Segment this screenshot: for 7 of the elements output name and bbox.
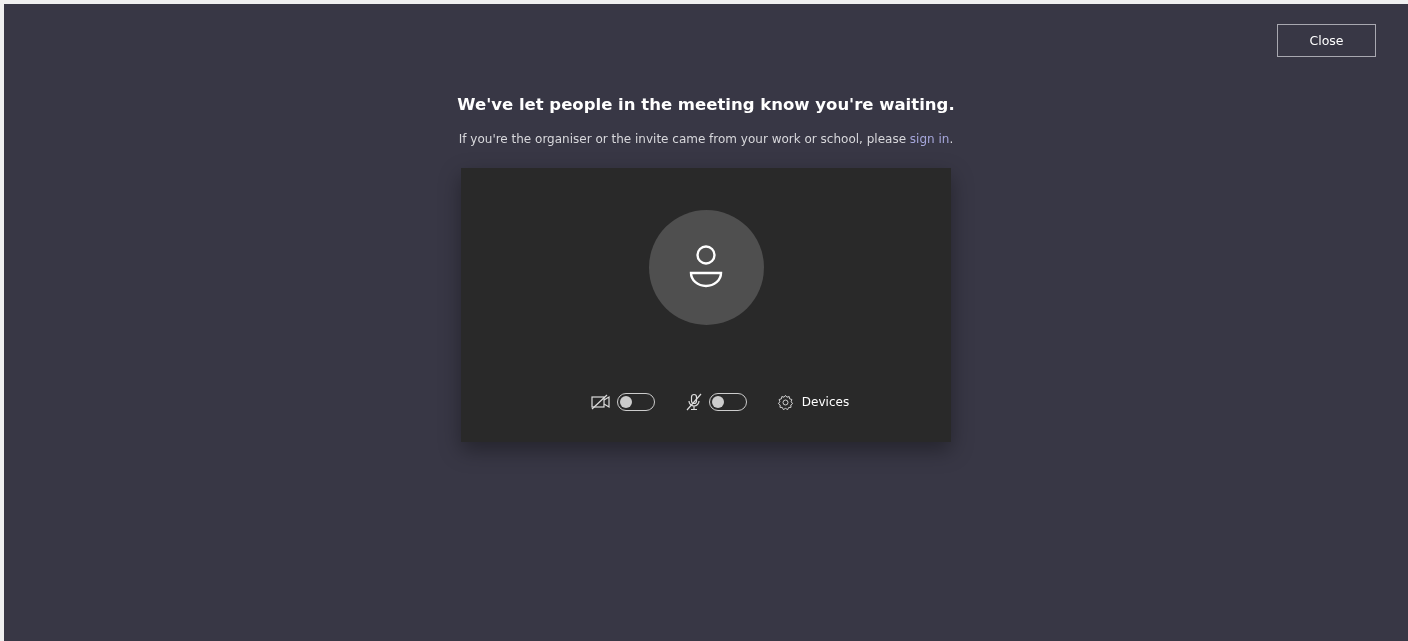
sign-in-prompt: If you're the organiser or the invite came from your work or school, please sign in. [458,132,954,146]
microphone-off-icon [684,393,703,411]
close-button[interactable]: Close [1277,24,1376,57]
heading: We've let people in the meeting know you're waiting. [457,95,955,114]
settings-icon [776,393,794,411]
camera-off-icon [590,394,611,410]
devices-button[interactable]: Devices [776,393,850,411]
